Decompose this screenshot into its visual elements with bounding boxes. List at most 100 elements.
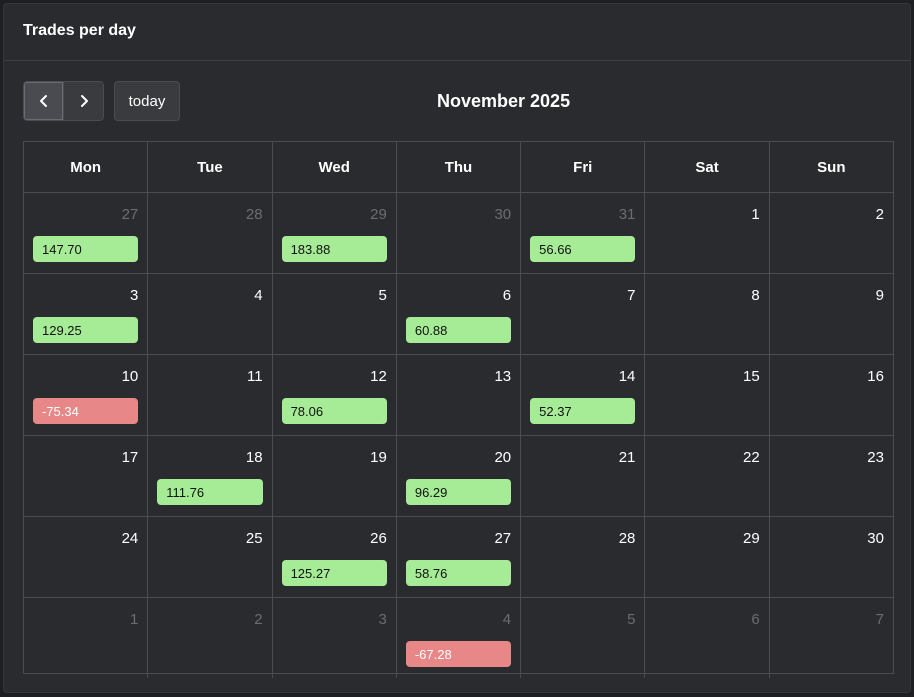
day-number[interactable]: 17	[122, 449, 139, 466]
day-number[interactable]: 29	[370, 206, 387, 223]
day-cell[interactable]: 15	[645, 355, 770, 435]
day-cell[interactable]: 16	[770, 355, 893, 435]
trade-event[interactable]: 60.88	[405, 317, 512, 343]
day-cell[interactable]: 27 147.70	[24, 193, 149, 273]
day-number[interactable]: 2	[254, 611, 262, 628]
day-cell[interactable]: 1	[645, 193, 770, 273]
trade-event[interactable]: 125.27	[281, 560, 387, 586]
day-number[interactable]: 3	[130, 287, 138, 304]
day-cell[interactable]: 23	[770, 436, 893, 516]
next-month-button[interactable]	[64, 81, 104, 121]
day-cell[interactable]: 18 111.76	[148, 436, 273, 516]
day-number[interactable]: 14	[619, 368, 636, 385]
day-number[interactable]: 7	[876, 611, 884, 628]
day-number[interactable]: 8	[751, 287, 759, 304]
day-number[interactable]: 11	[247, 368, 263, 385]
day-number[interactable]: 22	[743, 449, 760, 466]
day-number[interactable]: 10	[122, 368, 139, 385]
day-cell[interactable]: 11	[148, 355, 273, 435]
day-cell[interactable]: 27 58.76	[397, 517, 522, 597]
day-cell[interactable]: 28	[148, 193, 273, 273]
day-cell[interactable]: 6 60.88	[397, 274, 522, 354]
day-number[interactable]: 18	[246, 449, 263, 466]
day-number[interactable]: 25	[246, 530, 263, 547]
day-cell[interactable]: 19	[273, 436, 397, 516]
trade-event[interactable]: 129.25	[33, 317, 139, 343]
day-cell[interactable]: 5	[521, 598, 646, 678]
day-number[interactable]: 19	[370, 449, 387, 466]
day-cell[interactable]: 13	[397, 355, 522, 435]
trade-event[interactable]: 111.76	[157, 479, 263, 505]
day-cell[interactable]: 14 52.37	[521, 355, 646, 435]
day-number[interactable]: 28	[246, 206, 263, 223]
day-cell[interactable]: 9	[770, 274, 893, 354]
day-number[interactable]: 12	[370, 368, 387, 385]
day-number[interactable]: 3	[379, 611, 387, 628]
day-number[interactable]: 9	[876, 287, 884, 304]
trade-event[interactable]: 58.76	[405, 560, 512, 586]
day-number[interactable]: 1	[751, 206, 759, 223]
day-cell[interactable]: 5	[273, 274, 397, 354]
day-number[interactable]: 6	[751, 611, 759, 628]
day-cell[interactable]: 17	[24, 436, 149, 516]
trade-event[interactable]: -75.34	[33, 398, 139, 424]
day-cell[interactable]: 2	[148, 598, 273, 678]
day-number[interactable]: 2	[876, 206, 884, 223]
day-number[interactable]: 28	[619, 530, 636, 547]
day-cell[interactable]: 22	[645, 436, 770, 516]
trade-event[interactable]: 147.70	[33, 236, 139, 262]
day-number[interactable]: 27	[122, 206, 139, 223]
day-cell[interactable]: 26 125.27	[273, 517, 397, 597]
day-number[interactable]: 1	[130, 611, 138, 628]
day-cell[interactable]: 30	[770, 517, 893, 597]
day-number[interactable]: 27	[494, 530, 511, 547]
today-button[interactable]: today	[114, 81, 180, 121]
day-cell[interactable]: 8	[645, 274, 770, 354]
day-number[interactable]: 26	[370, 530, 387, 547]
day-cell[interactable]: 28	[521, 517, 646, 597]
day-cell[interactable]: 21	[521, 436, 646, 516]
day-number[interactable]: 31	[619, 206, 636, 223]
trade-event[interactable]: 183.88	[281, 236, 387, 262]
day-cell[interactable]: 31 56.66	[521, 193, 646, 273]
day-number[interactable]: 15	[743, 368, 760, 385]
day-cell[interactable]: 20 96.29	[397, 436, 522, 516]
day-number[interactable]: 5	[379, 287, 387, 304]
day-number[interactable]: 7	[627, 287, 635, 304]
day-cell[interactable]: 29 183.88	[273, 193, 397, 273]
day-number[interactable]: 4	[503, 611, 511, 628]
day-cell[interactable]: 7	[521, 274, 646, 354]
day-cell[interactable]: 10 -75.34	[24, 355, 149, 435]
day-number[interactable]: 20	[494, 449, 511, 466]
day-cell[interactable]: 12 78.06	[273, 355, 397, 435]
day-cell[interactable]: 3 129.25	[24, 274, 149, 354]
day-number[interactable]: 13	[494, 368, 511, 385]
day-number[interactable]: 16	[867, 368, 884, 385]
day-number[interactable]: 5	[627, 611, 635, 628]
prev-month-button[interactable]	[23, 81, 64, 121]
day-number[interactable]: 23	[867, 449, 884, 466]
day-cell[interactable]: 6	[645, 598, 770, 678]
day-cell[interactable]: 4	[148, 274, 273, 354]
day-cell[interactable]: 25	[148, 517, 273, 597]
day-number[interactable]: 4	[254, 287, 262, 304]
day-cell[interactable]: 2	[770, 193, 893, 273]
trade-event[interactable]: 52.37	[530, 398, 636, 424]
trade-event[interactable]: 56.66	[530, 236, 636, 262]
day-cell[interactable]: 4 -67.28	[397, 598, 522, 678]
day-cell[interactable]: 29	[645, 517, 770, 597]
day-number[interactable]: 30	[867, 530, 884, 547]
day-number[interactable]: 21	[619, 449, 636, 466]
day-cell[interactable]: 3	[273, 598, 397, 678]
day-cell[interactable]: 24	[24, 517, 149, 597]
day-number[interactable]: 30	[494, 206, 511, 223]
trade-event[interactable]: 96.29	[405, 479, 512, 505]
day-cell[interactable]: 1	[24, 598, 149, 678]
trade-event[interactable]: 78.06	[281, 398, 387, 424]
day-cell[interactable]: 30	[397, 193, 522, 273]
day-number[interactable]: 29	[743, 530, 760, 547]
day-cell[interactable]: 7	[770, 598, 893, 678]
day-number[interactable]: 24	[122, 530, 139, 547]
day-number[interactable]: 6	[503, 287, 511, 304]
trade-event[interactable]: -67.28	[405, 641, 512, 667]
